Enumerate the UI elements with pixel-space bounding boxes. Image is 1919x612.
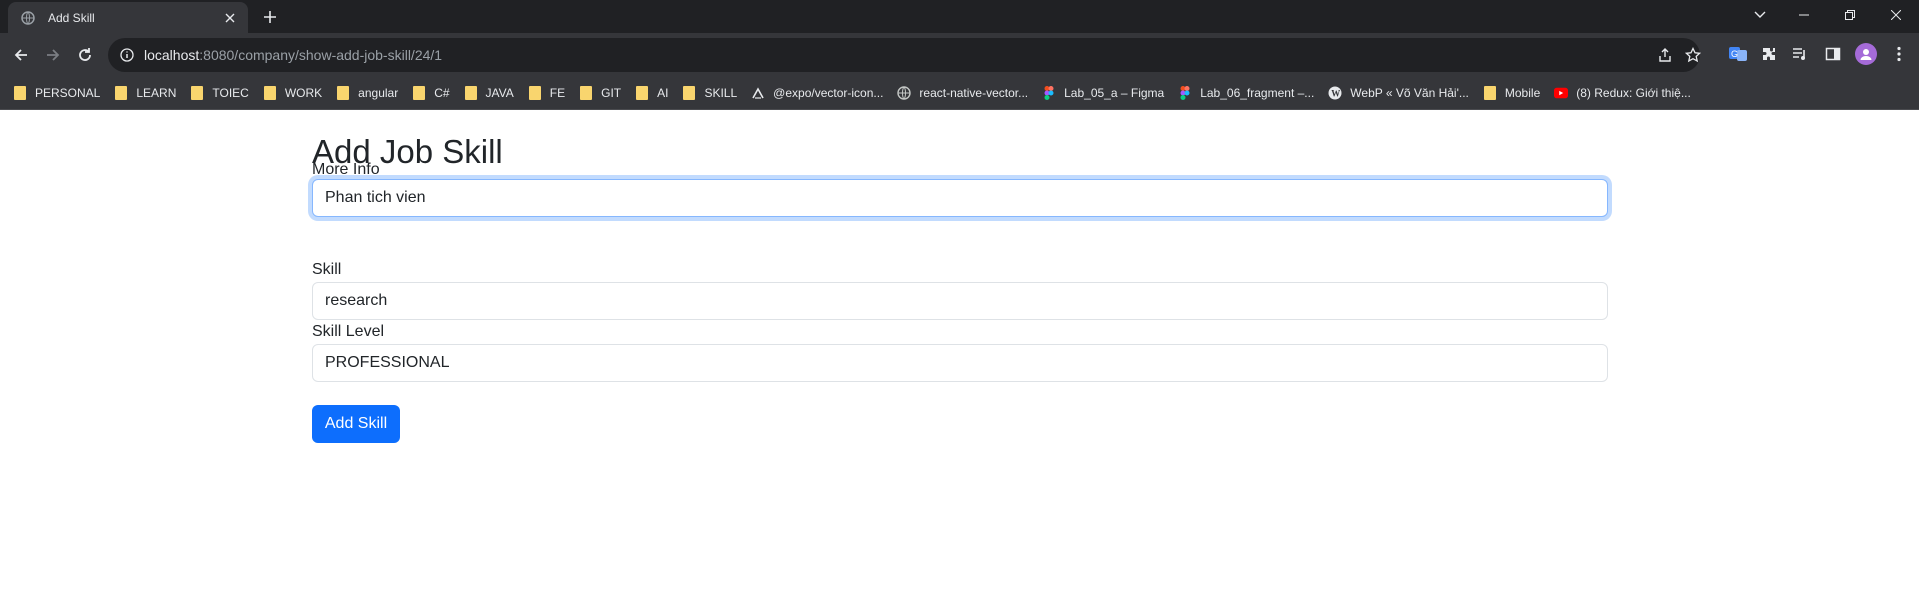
bookmark-label: JAVA — [485, 86, 514, 100]
bookmark-label: PERSONAL — [35, 86, 101, 100]
bookmark-lab06-figma[interactable]: Lab_06_fragment –... — [1171, 79, 1321, 107]
bookmark-label: angular — [358, 86, 399, 100]
bookmark-star-icon[interactable] — [1684, 46, 1702, 64]
folder-icon — [13, 86, 27, 100]
skill-level-label: Skill Level — [312, 323, 385, 340]
profile-avatar[interactable] — [1855, 43, 1877, 65]
bookmark-java[interactable]: JAVA — [457, 79, 521, 107]
expo-icon — [751, 86, 765, 100]
browser-menu-icon[interactable] — [1888, 43, 1910, 65]
site-info-icon[interactable] — [118, 46, 136, 64]
extensions-icon[interactable] — [1758, 43, 1780, 65]
bookmark-skill[interactable]: SKILL — [675, 79, 744, 107]
bookmark-label: TOIEC — [212, 86, 249, 100]
restore-icon[interactable] — [1827, 0, 1873, 30]
url-text: localhost:8080/company/show-add-job-skil… — [144, 47, 442, 63]
bookmark-label: Lab_05_a – Figma — [1064, 86, 1165, 100]
youtube-icon — [1554, 86, 1569, 100]
close-tab-icon[interactable] — [220, 8, 240, 28]
bookmark-label: Lab_06_fragment –... — [1200, 86, 1315, 100]
address-bar[interactable]: localhost:8080/company/show-add-job-skil… — [108, 38, 1702, 72]
tab-strip: Add Skill — [0, 0, 1919, 33]
bookmark-redux-youtube[interactable]: (8) Redux: Giới thiệ... — [1547, 79, 1698, 107]
add-skill-button[interactable]: Add Skill — [312, 405, 400, 443]
tab-search-icon[interactable] — [1737, 0, 1783, 30]
bookmark-label: react-native-vector... — [919, 86, 1029, 100]
more-info-label: More Info — [312, 161, 380, 178]
share-icon[interactable] — [1656, 46, 1674, 64]
bookmark-angular[interactable]: angular — [329, 79, 405, 107]
url-host: localhost — [144, 47, 200, 63]
folder-icon — [464, 86, 478, 100]
bookmark-label: WORK — [284, 86, 323, 100]
folder-icon — [263, 86, 277, 100]
reload-icon[interactable] — [72, 42, 98, 68]
media-control-icon[interactable] — [1789, 43, 1811, 65]
folder-icon — [114, 86, 128, 100]
side-panel-icon[interactable] — [1822, 43, 1844, 65]
bookmark-label: C# — [434, 86, 450, 100]
browser-toolbar: localhost:8080/company/show-add-job-skil… — [0, 33, 1919, 77]
new-tab-icon[interactable] — [259, 6, 281, 28]
folder-icon — [1483, 86, 1497, 100]
bookmark-webp[interactable]: W WebP « Võ Văn Hải'... — [1321, 79, 1476, 107]
bookmark-label: SKILL — [704, 86, 738, 100]
bookmark-mobile[interactable]: Mobile — [1476, 79, 1547, 107]
translate-extension-icon[interactable]: G — [1727, 43, 1749, 65]
folder-icon — [412, 86, 426, 100]
figma-icon — [1042, 86, 1056, 100]
wordpress-icon: W — [1328, 86, 1342, 100]
back-icon[interactable] — [8, 42, 34, 68]
bookmark-git[interactable]: GIT — [572, 79, 628, 107]
bookmark-work[interactable]: WORK — [256, 79, 329, 107]
bookmark-label: FE — [549, 86, 566, 100]
bookmark-fe[interactable]: FE — [521, 79, 572, 107]
tab-title: Add Skill — [48, 10, 95, 25]
folder-icon — [528, 86, 542, 100]
forward-icon[interactable] — [40, 42, 66, 68]
skill-input[interactable] — [312, 282, 1608, 320]
bookmark-csharp[interactable]: C# — [405, 79, 456, 107]
folder-icon — [682, 86, 696, 100]
bookmark-label: WebP « Võ Văn Hải'... — [1350, 86, 1469, 100]
folder-icon — [336, 86, 350, 100]
figma-icon — [1178, 86, 1192, 100]
minimize-icon[interactable] — [1781, 0, 1827, 30]
bookmark-label: AI — [657, 86, 669, 100]
bookmark-ai[interactable]: AI — [628, 79, 675, 107]
bookmark-expo-vector-icons[interactable]: @expo/vector-icon... — [744, 79, 890, 107]
bookmark-react-native-vector[interactable]: react-native-vector... — [890, 79, 1035, 107]
bookmark-label: Mobile — [1504, 86, 1541, 100]
svg-text:G: G — [1731, 49, 1738, 59]
skill-label: Skill — [312, 261, 342, 278]
bookmarks-bar: PERSONAL LEARN TOIEC WORK angular C# JAV… — [0, 77, 1919, 110]
bookmark-label: @expo/vector-icon... — [773, 86, 884, 100]
skill-level-input[interactable] — [312, 344, 1608, 382]
bookmark-label: GIT — [601, 86, 622, 100]
folder-icon — [635, 86, 649, 100]
bookmark-label: (8) Redux: Giới thiệ... — [1576, 86, 1691, 100]
bookmark-toiec[interactable]: TOIEC — [183, 79, 255, 107]
bookmark-personal[interactable]: PERSONAL — [6, 79, 107, 107]
browser-tab[interactable]: Add Skill — [8, 2, 248, 33]
url-path: :8080/company/show-add-job-skill/24/1 — [199, 47, 443, 63]
folder-icon — [190, 86, 204, 100]
bookmark-lab05-figma[interactable]: Lab_05_a – Figma — [1035, 79, 1171, 107]
svg-text:W: W — [1331, 89, 1340, 99]
more-info-input[interactable] — [312, 179, 1608, 217]
bookmark-learn[interactable]: LEARN — [107, 79, 183, 107]
globe-icon — [897, 86, 912, 100]
folder-icon — [579, 86, 593, 100]
close-window-icon[interactable] — [1873, 0, 1919, 30]
bookmark-label: LEARN — [136, 86, 177, 100]
globe-icon — [20, 10, 36, 26]
